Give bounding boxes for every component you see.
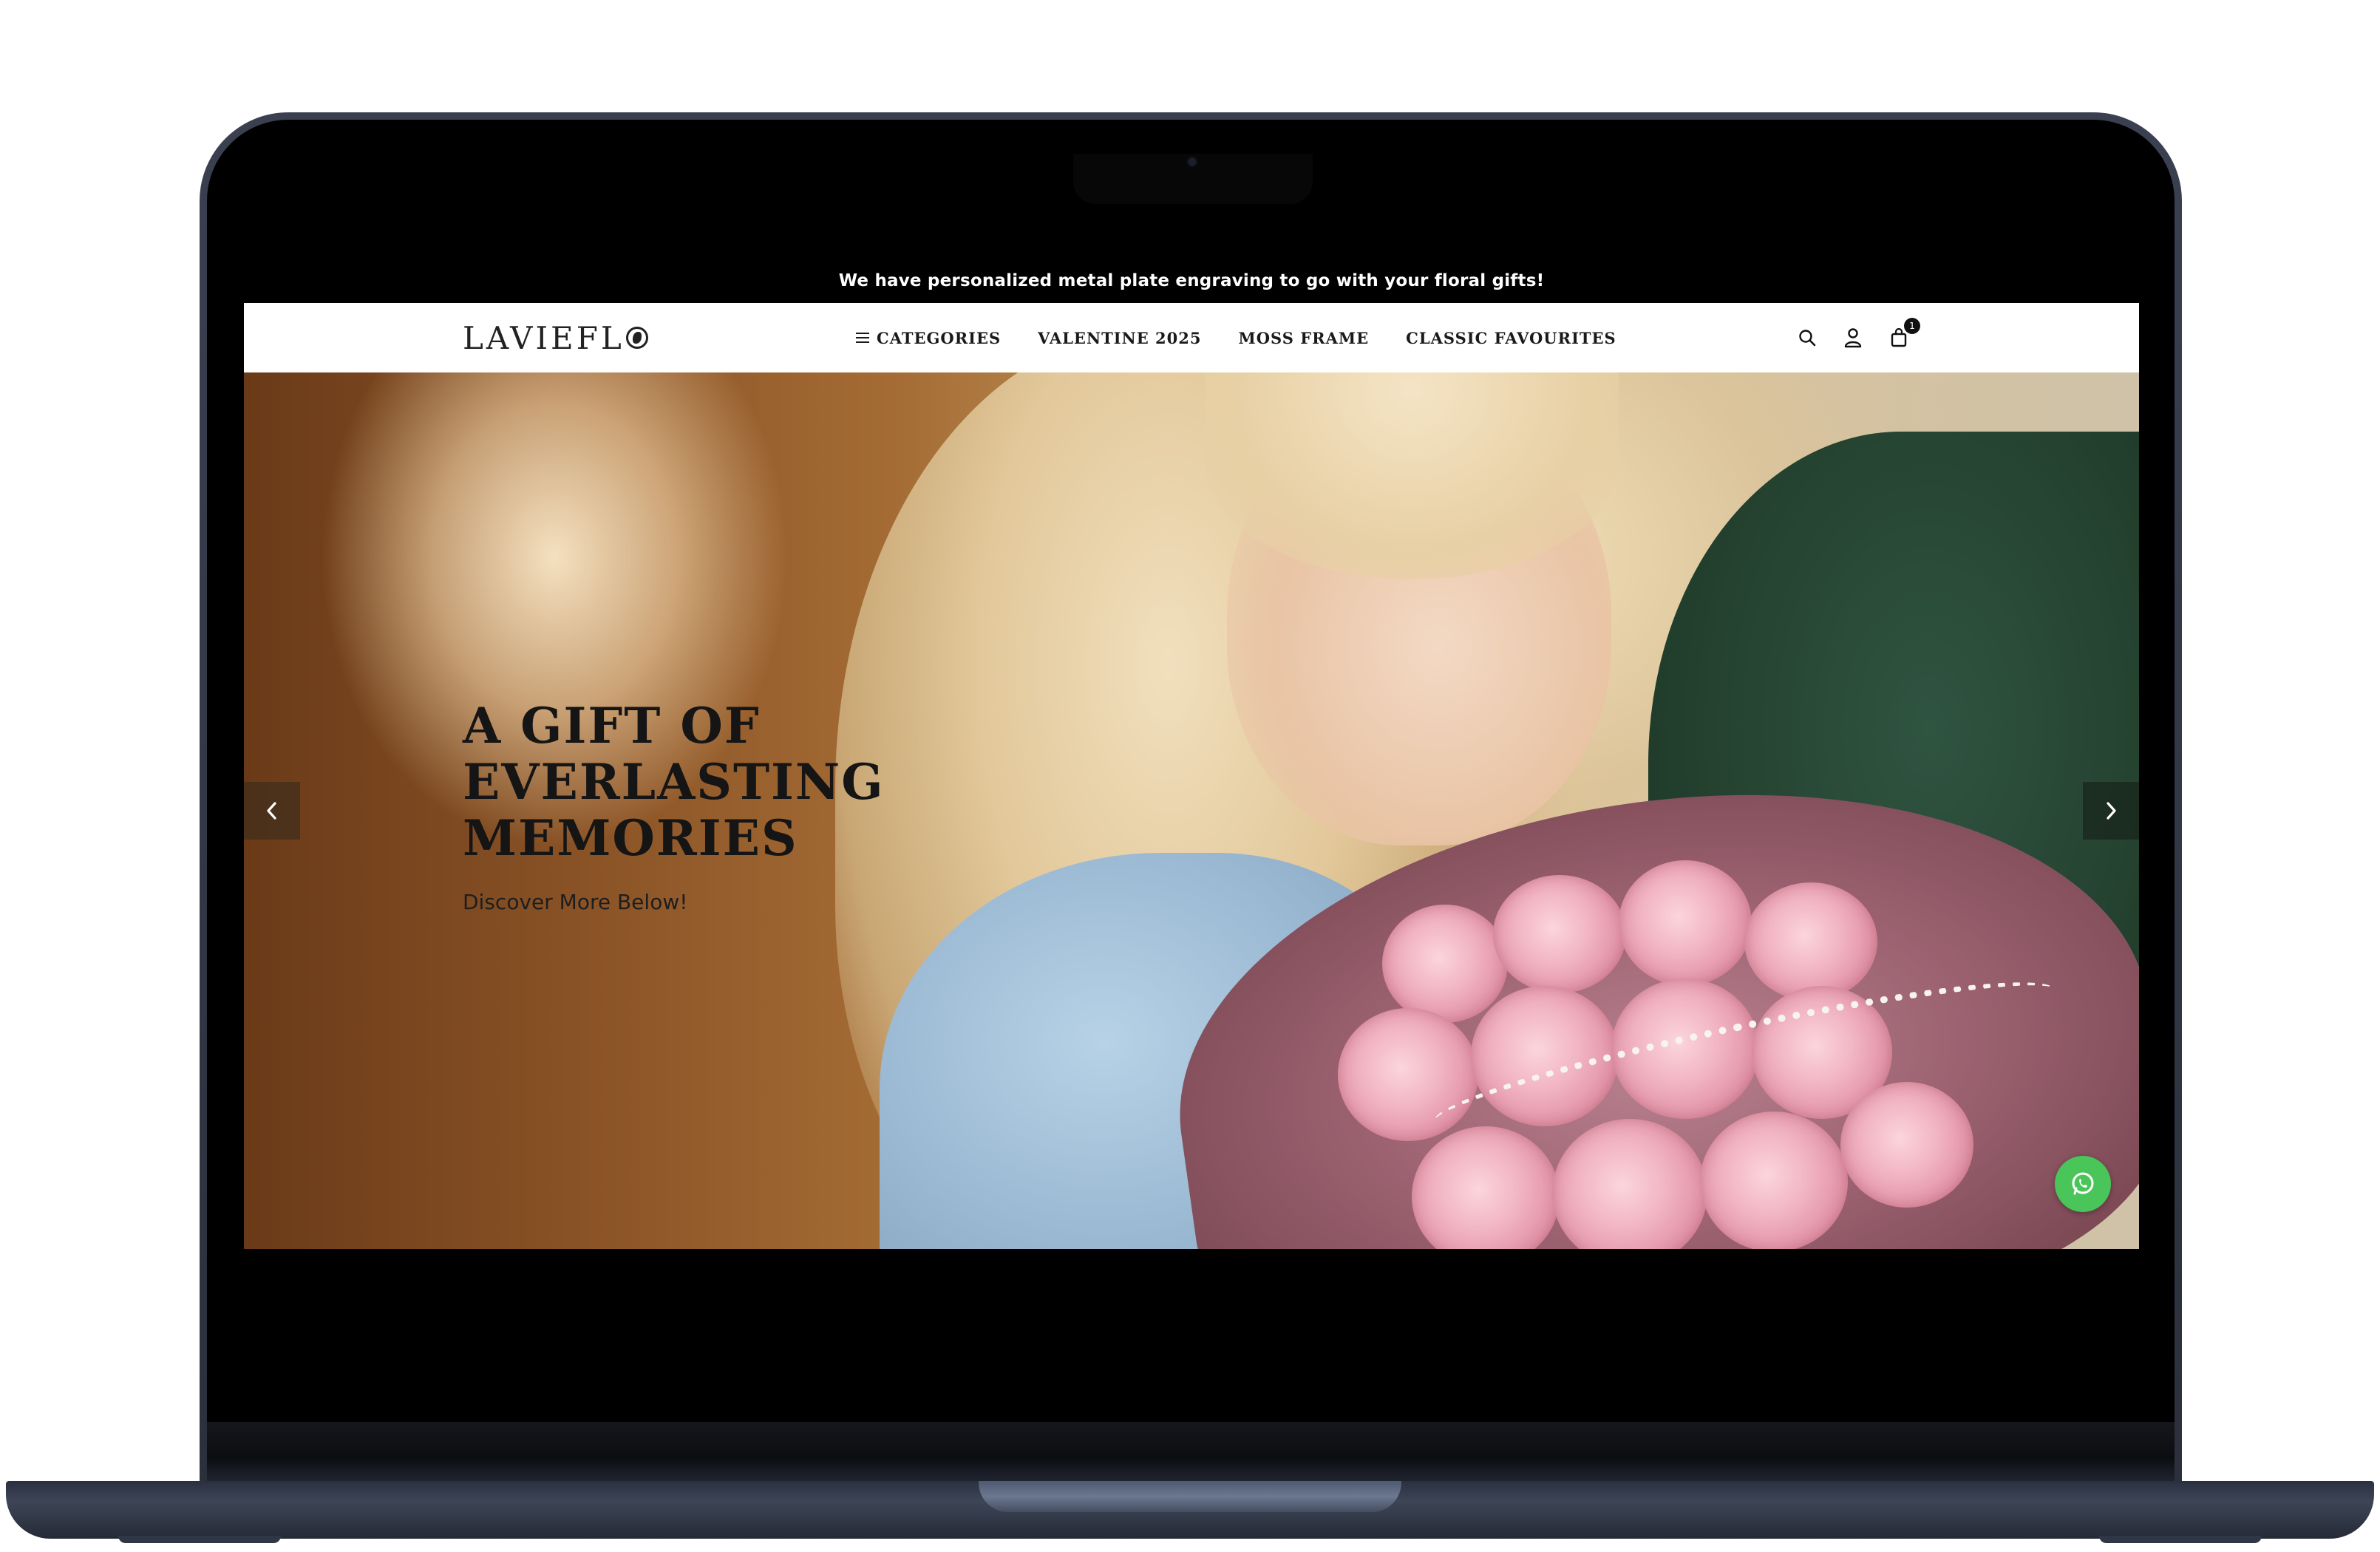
slider-prev-button[interactable] [244, 782, 300, 840]
headline-line-3: MEMORIES [463, 809, 798, 867]
site-header: LAVIEFL CATEGORIES VALENTINE 2025 MOSS F… [244, 303, 2139, 372]
site-logo[interactable]: LAVIEFL [463, 318, 648, 358]
camera-icon [1189, 158, 1196, 166]
rose [1493, 875, 1626, 993]
hero-subline: Discover More Below! [463, 890, 688, 914]
rose [1619, 860, 1752, 986]
header-icons: 1 [1796, 303, 1920, 372]
main-nav: CATEGORIES VALENTINE 2025 MOSS FRAME CLA… [856, 303, 1616, 372]
nav-classic-label: CLASSIC FAVOURITES [1406, 328, 1616, 347]
cart-icon[interactable]: 1 [1888, 318, 1920, 349]
nav-moss-frame[interactable]: MOSS FRAME [1239, 329, 1370, 347]
laptop-foot-right [2099, 1536, 2262, 1543]
rose [1840, 1082, 1973, 1208]
slider-next-button[interactable] [2083, 782, 2139, 840]
rose [1552, 1119, 1707, 1249]
search-icon[interactable] [1796, 327, 1818, 349]
nav-valentine-2025[interactable]: VALENTINE 2025 [1038, 329, 1201, 347]
whatsapp-chat-button[interactable] [2055, 1156, 2111, 1212]
cart-count-badge: 1 [1904, 318, 1920, 334]
headline-line-2: EVERLASTING [463, 753, 885, 811]
rose [1744, 882, 1877, 1001]
nav-classic-favourites[interactable]: CLASSIC FAVOURITES [1406, 329, 1616, 347]
hinge [207, 1422, 2175, 1481]
rose [1412, 1126, 1560, 1249]
chevron-left-icon [267, 802, 276, 820]
whatsapp-icon [2072, 1172, 2094, 1195]
nav-categories-label: CATEGORIES [877, 328, 1002, 347]
logo-text: LAVIEFL [463, 319, 625, 356]
nav-moss-frame-label: MOSS FRAME [1238, 328, 1370, 347]
logo-flower-icon [625, 327, 648, 349]
nav-valentine-label: VALENTINE 2025 [1038, 328, 1202, 347]
user-icon[interactable] [1842, 327, 1864, 349]
hamburger-icon [856, 333, 869, 343]
laptop-foot-left [118, 1536, 281, 1543]
nav-categories[interactable]: CATEGORIES [856, 329, 1001, 347]
hero-headline: A GIFT OF EVERLASTING MEMORIES [463, 698, 885, 866]
rose [1700, 1112, 1848, 1249]
website-screen: We have personalized metal plate engravi… [244, 259, 2139, 1249]
hero-banner: A GIFT OF EVERLASTING MEMORIES Discover … [244, 372, 2139, 1249]
announcement-bar: We have personalized metal plate engravi… [244, 259, 2139, 303]
headline-line-1: A GIFT OF [463, 697, 761, 755]
trackpad-notch [979, 1481, 1401, 1512]
chevron-right-icon [2107, 802, 2116, 820]
rose [1382, 905, 1508, 1023]
